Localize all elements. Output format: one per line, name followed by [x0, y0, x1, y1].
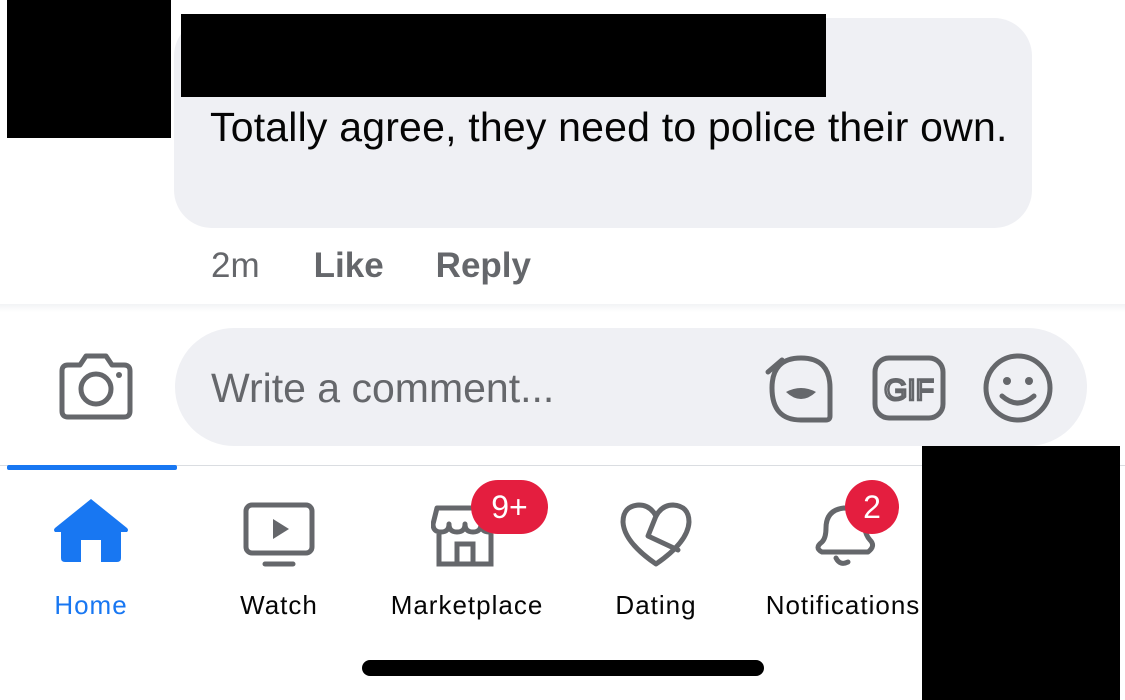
sticker-icon[interactable] — [764, 350, 838, 426]
home-icon — [54, 499, 128, 562]
redacted-avatar — [7, 0, 171, 138]
home-indicator[interactable] — [362, 660, 764, 676]
redacted-author-name — [181, 14, 826, 97]
notifications-badge: 2 — [845, 480, 899, 534]
like-button[interactable]: Like — [314, 246, 384, 286]
divider — [0, 304, 1125, 312]
comment-input[interactable] — [211, 360, 751, 416]
tab-home[interactable]: Home — [20, 480, 162, 630]
tab-notifications-label: Notifications — [765, 590, 921, 620]
tab-dating[interactable]: Dating — [586, 480, 726, 630]
comment-time: 2m — [211, 246, 260, 285]
emoji-icon[interactable] — [982, 352, 1054, 424]
redacted-menu-tab — [922, 446, 1120, 700]
gif-text: GIF — [884, 374, 934, 407]
tab-notifications[interactable]: 2 Notifications — [760, 480, 926, 630]
reply-button[interactable]: Reply — [436, 246, 531, 286]
camera-icon[interactable] — [56, 349, 136, 423]
watch-icon — [243, 502, 315, 567]
comment-text: Totally agree, they need to police their… — [210, 104, 1008, 150]
heart-icon — [620, 502, 692, 567]
tab-marketplace[interactable]: 9+ Marketplace — [384, 480, 550, 630]
tab-watch-label: Watch — [240, 590, 318, 620]
comment-meta: 2m Like Reply — [211, 244, 583, 288]
active-tab-indicator — [7, 465, 177, 470]
marketplace-badge: 9+ — [471, 480, 548, 534]
tab-home-label: Home — [54, 590, 128, 620]
tab-dating-label: Dating — [615, 590, 697, 620]
tab-marketplace-label: Marketplace — [390, 590, 544, 620]
gif-icon[interactable]: GIF — [872, 355, 946, 421]
tab-watch[interactable]: Watch — [208, 480, 350, 630]
